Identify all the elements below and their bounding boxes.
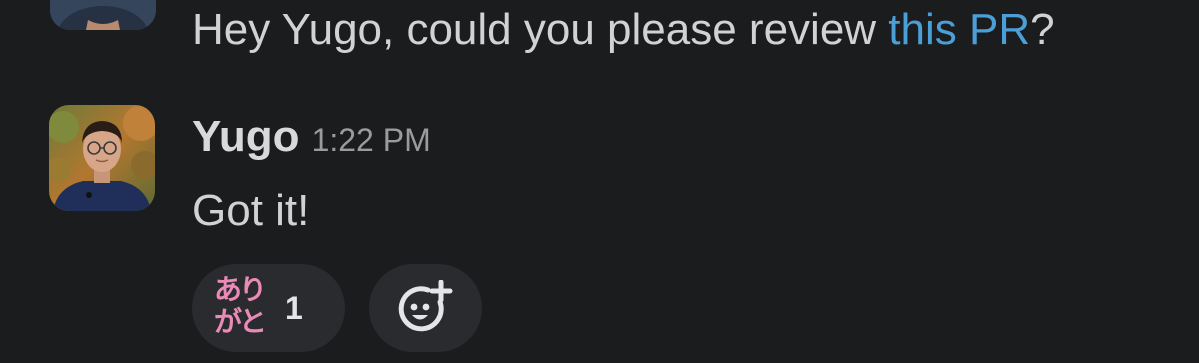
reaction-arigato[interactable]: あり がと 1 — [192, 264, 345, 352]
previous-message-text: Hey Yugo, could you please review this P… — [192, 4, 1055, 56]
emoji-line-2: がと — [214, 305, 267, 338]
avatar-photo — [50, 0, 156, 30]
yugo-avatar[interactable] — [49, 105, 155, 211]
message-timestamp[interactable]: 1:22 PM — [312, 122, 431, 158]
add-reaction-icon — [398, 280, 453, 332]
message-header: Yugo 1:22 PM — [192, 112, 431, 162]
add-reaction-button[interactable] — [369, 264, 482, 352]
sender-name[interactable]: Yugo — [192, 112, 300, 161]
message-body: Got it! — [192, 186, 310, 235]
arigato-emoji-icon: あり がと — [214, 274, 280, 338]
previous-sender-avatar[interactable] — [50, 0, 156, 30]
avatar-photo — [49, 105, 155, 211]
pr-link[interactable]: this PR — [888, 5, 1030, 54]
emoji-line-1: あり — [214, 273, 267, 306]
reaction-count: 1 — [285, 290, 303, 326]
previous-message-text-before: Hey Yugo, could you please review — [192, 5, 889, 54]
previous-message-text-after: ? — [1030, 5, 1055, 54]
